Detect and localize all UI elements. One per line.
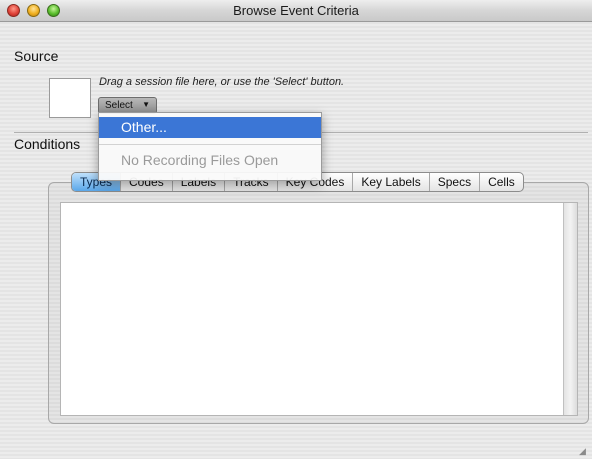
menu-separator [99,144,321,145]
session-drop-well[interactable] [49,78,91,118]
browse-event-criteria-window: Browse Event Criteria Source Drag a sess… [0,0,592,459]
conditions-list[interactable] [60,202,578,416]
tab-key-labels[interactable]: Key Labels [353,173,430,191]
chevron-down-icon: ▼ [142,100,150,109]
window-title: Browse Event Criteria [233,3,359,18]
menu-item-no-recording-files: No Recording Files Open [121,152,279,168]
section-divider-left [14,132,104,133]
menu-item-other[interactable]: Other... [99,117,321,138]
title-bar[interactable]: Browse Event Criteria [0,0,592,22]
select-button-label: Select [105,100,133,111]
vertical-scrollbar[interactable] [563,203,577,415]
tab-cells[interactable]: Cells [480,173,523,191]
resize-grip-icon[interactable]: ◢ [579,446,590,457]
select-popup-menu: Other... No Recording Files Open [98,112,322,181]
source-section-label: Source [14,48,59,64]
conditions-section-label: Conditions [14,136,81,152]
drag-hint-text: Drag a session file here, or use the 'Se… [99,76,345,88]
tab-specs[interactable]: Specs [430,173,481,191]
